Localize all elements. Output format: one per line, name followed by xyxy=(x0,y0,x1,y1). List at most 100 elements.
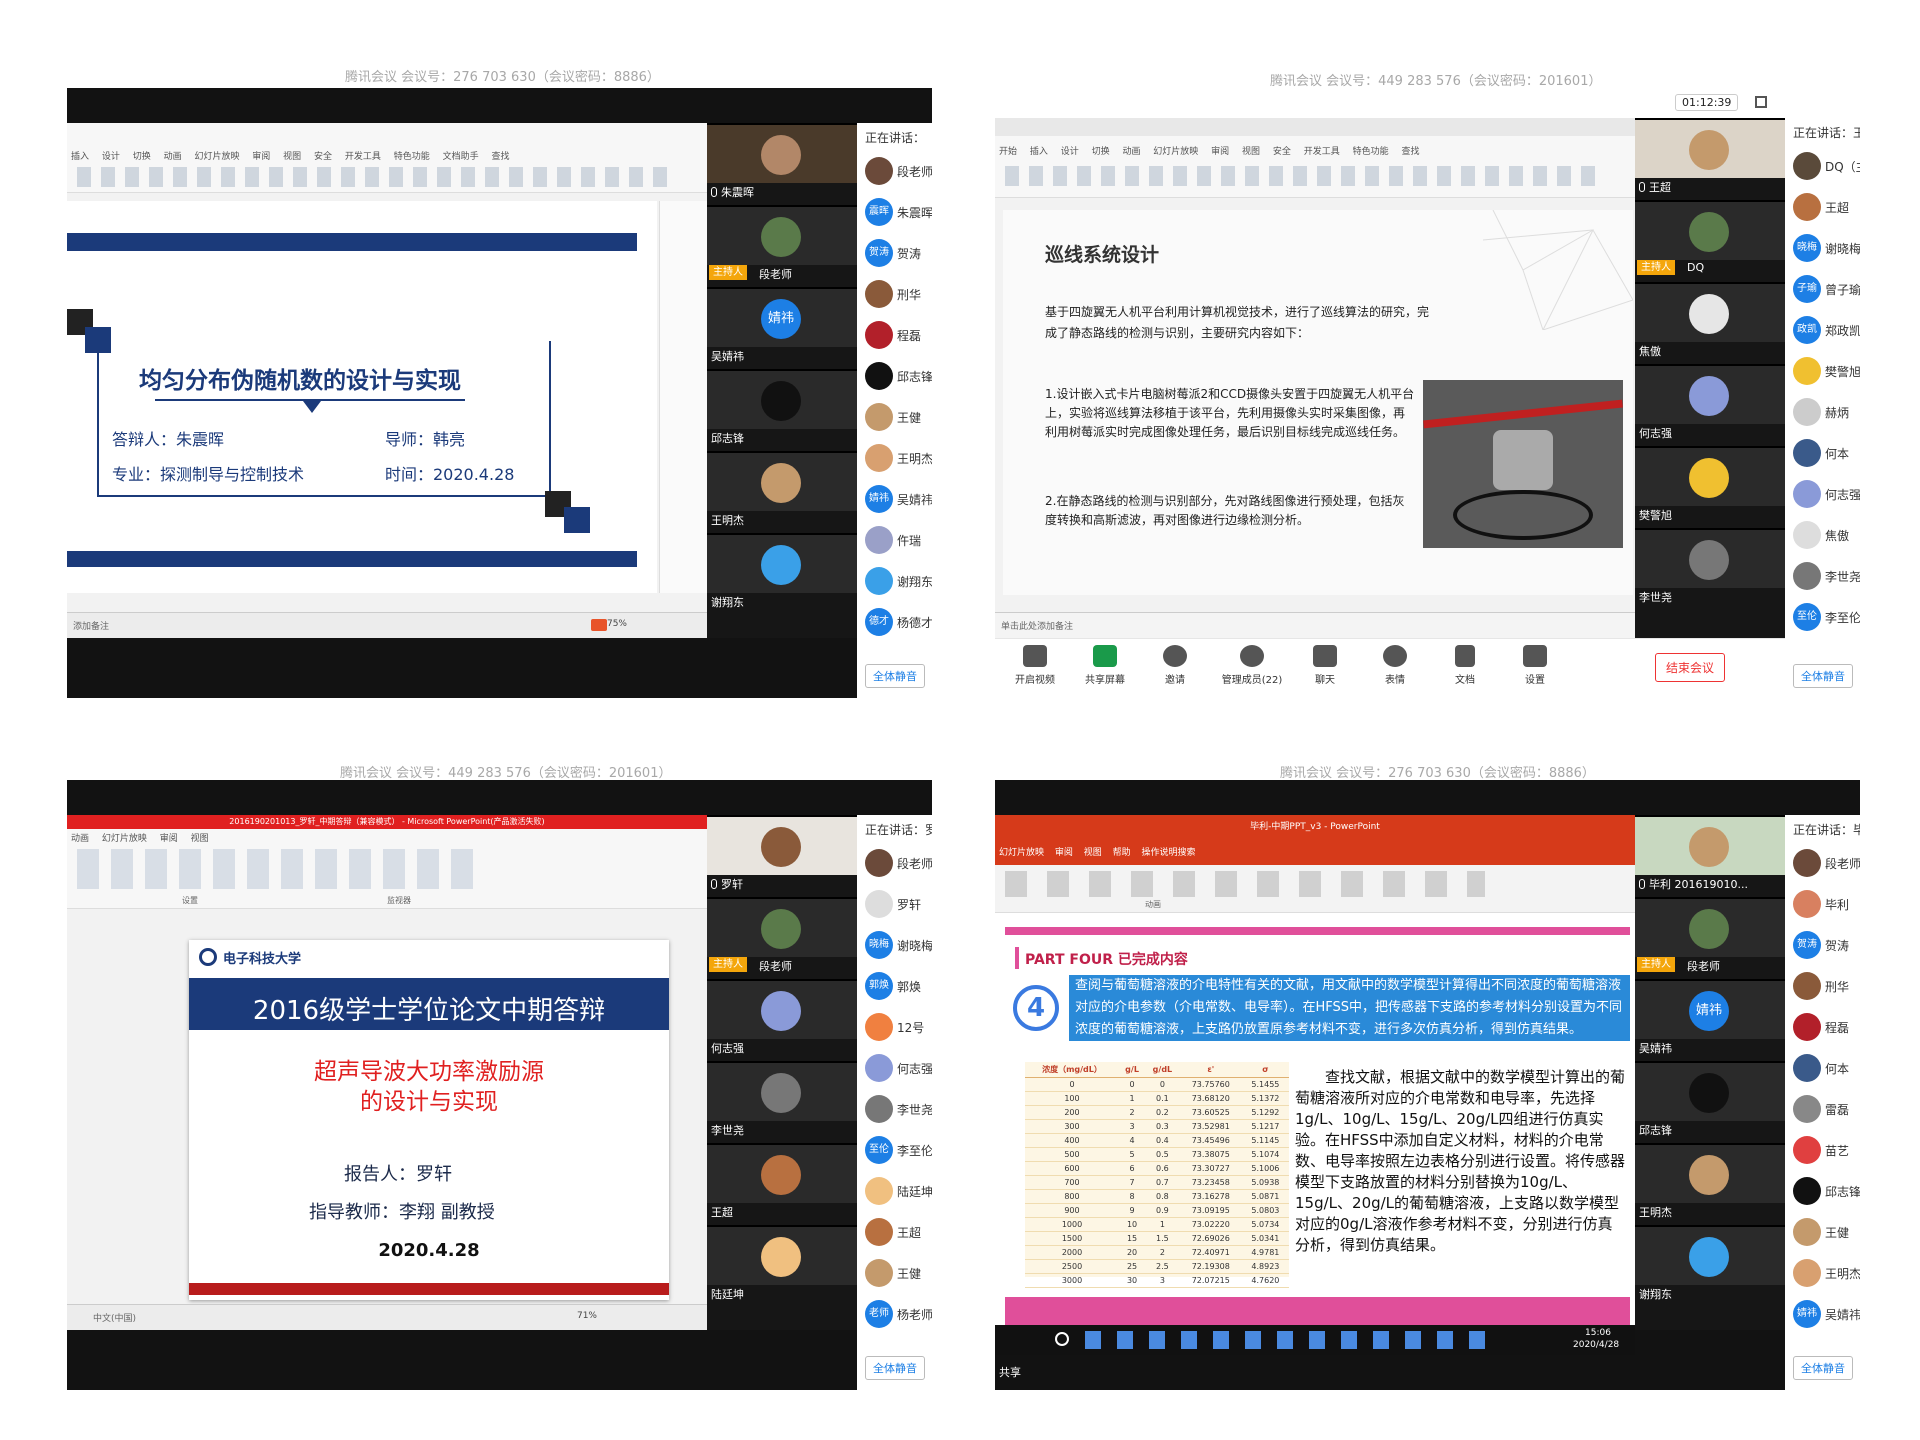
participant-item[interactable]: 婧祎 吴婧祎 xyxy=(1785,1294,1860,1335)
video-tile[interactable]: 罗轩 xyxy=(707,815,857,893)
video-tile[interactable]: 李世尧 xyxy=(1635,528,1785,606)
participant-item[interactable]: 邱志锋 xyxy=(857,356,932,397)
mute-all-button[interactable]: 全体静音 xyxy=(865,1356,925,1380)
manage-members-button[interactable]: 管理成员(22) xyxy=(1215,645,1289,686)
participant-item[interactable]: 郭焕 郭焕 xyxy=(857,966,932,1007)
taskbar-apps[interactable] xyxy=(1085,1331,1485,1349)
participant-item[interactable]: 王明杰 xyxy=(1785,1253,1860,1294)
video-tile[interactable]: 何志强 xyxy=(707,979,857,1057)
video-tile[interactable]: 主持人 段老师 xyxy=(707,897,857,975)
participant-item[interactable]: 震晖 朱震晖 xyxy=(857,192,932,233)
end-meeting-button[interactable]: 结束会议 xyxy=(1655,653,1726,682)
participant-item[interactable]: DQ（主 xyxy=(1785,146,1860,187)
participant-item[interactable]: 樊警旭 xyxy=(1785,351,1860,392)
participant-item[interactable]: 12号 xyxy=(857,1007,932,1048)
video-tile[interactable]: 毕利 201619010... xyxy=(1635,815,1785,893)
video-toggle-button[interactable]: 开启视频 xyxy=(1005,645,1065,686)
video-tile[interactable]: 朱震晖 xyxy=(707,123,857,201)
participant-item[interactable]: 焦傲 xyxy=(1785,515,1860,556)
participant-item[interactable]: 罗轩 xyxy=(857,884,932,925)
participant-item[interactable]: 苗艺 xyxy=(1785,1130,1860,1171)
participant-item[interactable]: 王健 xyxy=(857,1253,932,1294)
video-tile[interactable]: 主持人 段老师 xyxy=(707,205,857,283)
video-tile[interactable]: 王超 xyxy=(707,1143,857,1221)
ribbon-tools[interactable] xyxy=(1005,871,1485,897)
video-tile[interactable]: 王明杰 xyxy=(707,451,857,529)
chat-button[interactable]: 聊天 xyxy=(1295,645,1355,686)
video-tile[interactable]: 谢翔东 xyxy=(1635,1225,1785,1303)
participant-item[interactable]: 王健 xyxy=(1785,1212,1860,1253)
invite-button[interactable]: 邀请 xyxy=(1145,645,1205,686)
ppt-side-pane[interactable] xyxy=(659,201,707,593)
participant-item[interactable]: 邱志锋 xyxy=(1785,1171,1860,1212)
video-tile[interactable]: 李世尧 xyxy=(707,1061,857,1139)
video-tile[interactable]: 王超 xyxy=(1635,118,1785,196)
video-tile[interactable]: 婧祎 吴婧祎 xyxy=(1635,979,1785,1057)
video-tile[interactable]: 王明杰 xyxy=(1635,1143,1785,1221)
participant-item[interactable]: 晓梅 谢晓梅 xyxy=(857,925,932,966)
participant-item[interactable]: 婧祎 吴婧祎 xyxy=(857,479,932,520)
ribbon-tabs[interactable]: 幻灯片放映 审阅 视图 帮助 操作说明搜索 xyxy=(999,845,1195,858)
ribbon-tools[interactable] xyxy=(1005,166,1605,186)
participant-item[interactable]: 王健 xyxy=(857,397,932,438)
share-screen-button[interactable]: 共享屏幕 xyxy=(1075,645,1135,686)
participant-item[interactable]: 至伦 李至伦 xyxy=(857,1130,932,1171)
participant-item[interactable]: 段老师 xyxy=(1785,843,1860,884)
ribbon-tools[interactable] xyxy=(77,167,677,187)
emoji-button[interactable]: 表情 xyxy=(1365,645,1425,686)
participant-item[interactable]: 政凯 郑政凯 xyxy=(1785,310,1860,351)
video-tile[interactable]: 焦傲 xyxy=(1635,282,1785,360)
ribbon-tools[interactable] xyxy=(77,849,477,889)
mute-all-button[interactable]: 全体静音 xyxy=(1793,1356,1853,1380)
video-tile[interactable]: 陆廷坤 xyxy=(707,1225,857,1303)
video-tile[interactable]: 邱志锋 xyxy=(707,369,857,447)
participant-item[interactable]: 老师 杨老师 xyxy=(857,1294,932,1335)
video-tile[interactable]: 谢翔东 xyxy=(707,533,857,611)
ribbon-tabs[interactable]: 动画 幻灯片放映 审阅 视图 xyxy=(71,831,209,844)
status-notes[interactable]: 单击此处添加备注 xyxy=(1001,622,1073,632)
participant-item[interactable]: 至伦 李至伦 xyxy=(1785,597,1860,638)
participant-item[interactable]: 子瑜 曾子瑜 xyxy=(1785,269,1860,310)
settings-button[interactable]: 设置 xyxy=(1505,645,1565,686)
participant-item[interactable]: 德才 杨德才 xyxy=(857,602,932,643)
participant-item[interactable]: 谢翔东 xyxy=(857,561,932,602)
participant-item[interactable]: 赫炳 xyxy=(1785,392,1860,433)
participant-item[interactable]: 王超 xyxy=(1785,187,1860,228)
video-tile[interactable]: 婧祎 吴婧祎 xyxy=(707,287,857,365)
participant-item[interactable]: 刑华 xyxy=(857,274,932,315)
participant-item[interactable]: 程磊 xyxy=(857,315,932,356)
participant-item[interactable]: 何志强 xyxy=(857,1048,932,1089)
mute-all-button[interactable]: 全体静音 xyxy=(865,664,925,688)
participant-item[interactable]: 段老师 xyxy=(857,151,932,192)
video-tile[interactable]: 何志强 xyxy=(1635,364,1785,442)
participant-item[interactable]: 晓梅 谢晓梅 xyxy=(1785,228,1860,269)
participant-item[interactable]: 李世尧 xyxy=(1785,556,1860,597)
participant-item[interactable]: 何本 xyxy=(1785,433,1860,474)
status-notes[interactable]: 添加备注 xyxy=(73,622,109,632)
video-tile[interactable]: 樊警旭 xyxy=(1635,446,1785,524)
documents-button[interactable]: 文档 xyxy=(1435,645,1495,686)
ribbon-tabs[interactable]: 插入 设计 切换 动画 幻灯片放映 审阅 视图 安全 开发工具 特色功能 文档助… xyxy=(71,149,509,162)
mute-all-button[interactable]: 全体静音 xyxy=(1793,664,1853,688)
video-tile[interactable]: 邱志锋 xyxy=(1635,1061,1785,1139)
participant-item[interactable]: 刑华 xyxy=(1785,966,1860,1007)
zoom-level[interactable]: 71% xyxy=(577,1311,597,1321)
participant-item[interactable]: 程磊 xyxy=(1785,1007,1860,1048)
participant-item[interactable]: 李世尧 xyxy=(857,1089,932,1130)
participant-item[interactable]: 王明杰 xyxy=(857,438,932,479)
participant-item[interactable]: 何志强 xyxy=(1785,474,1860,515)
fullscreen-icon[interactable] xyxy=(1755,96,1767,108)
participant-item[interactable]: 贺涛 贺涛 xyxy=(1785,925,1860,966)
participant-item[interactable]: 何本 xyxy=(1785,1048,1860,1089)
search-icon[interactable] xyxy=(1055,1332,1069,1346)
participant-item[interactable]: 雷磊 xyxy=(1785,1089,1860,1130)
status-language[interactable]: 中文(中国) xyxy=(93,1314,136,1324)
zoom-level[interactable]: 75% xyxy=(607,619,627,629)
participant-item[interactable]: 陆廷坤 xyxy=(857,1171,932,1212)
slideshow-icon[interactable] xyxy=(591,619,607,631)
participant-item[interactable]: 贺涛 贺涛 xyxy=(857,233,932,274)
participant-item[interactable]: 段老师 xyxy=(857,843,932,884)
participant-item[interactable]: 王超 xyxy=(857,1212,932,1253)
ribbon-tabs[interactable]: 开始 插入 设计 切换 动画 幻灯片放映 审阅 视图 安全 开发工具 特色功能 … xyxy=(999,144,1419,157)
participant-item[interactable]: 仵瑞 xyxy=(857,520,932,561)
